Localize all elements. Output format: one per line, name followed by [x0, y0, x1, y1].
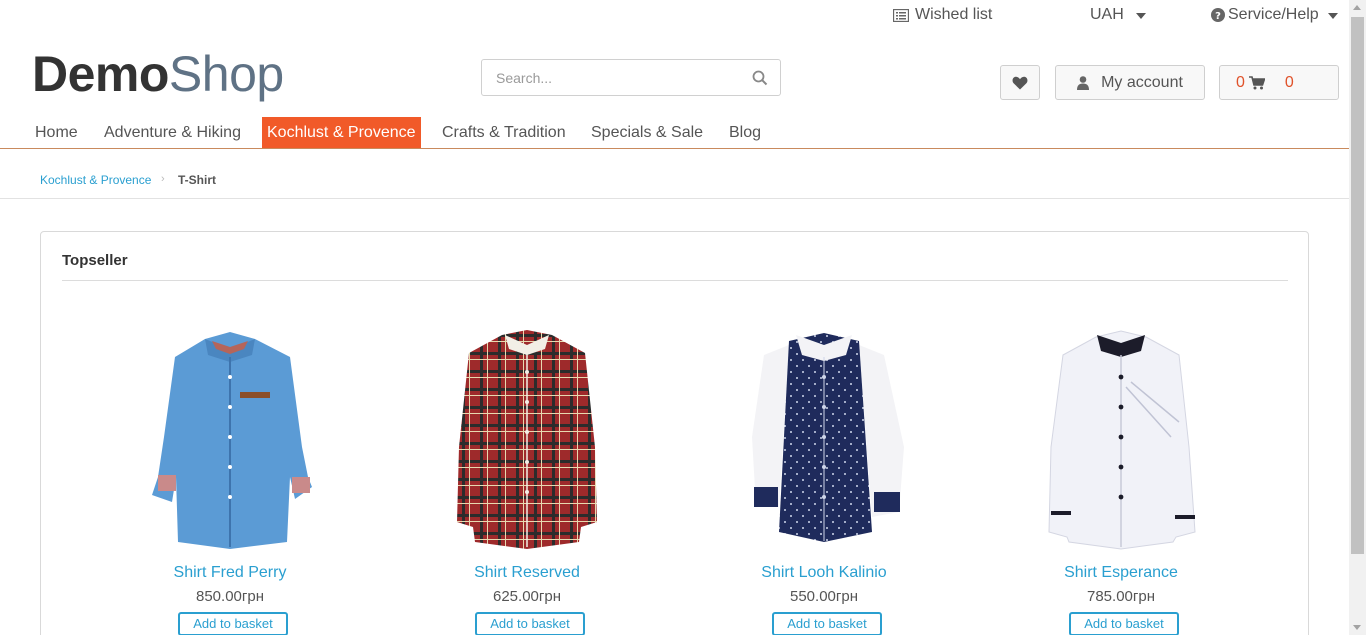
product-image[interactable]: [437, 327, 617, 552]
product-price: 850.00грн: [196, 588, 264, 605]
wished-list-label: Wished list: [915, 6, 993, 23]
scroll-up-icon[interactable]: [1353, 5, 1361, 10]
nav-item-crafts-tradition[interactable]: Crafts & Tradition: [437, 117, 571, 148]
product-card: Shirt Looh Kalinio 550.00грн Add to bask…: [694, 327, 954, 635]
search-box: [481, 59, 781, 96]
breadcrumb-separator-icon: ›: [161, 173, 165, 185]
topseller-title: Topseller: [62, 252, 128, 269]
nav-item-adventure-hiking[interactable]: Adventure & Hiking: [99, 117, 246, 148]
topseller-panel: Topseller Shirt Fred Perry 850.00грн Add…: [40, 231, 1309, 635]
breadcrumb-current: T-Shirt: [178, 173, 216, 187]
product-price: 550.00грн: [790, 588, 858, 605]
nav-item-blog[interactable]: Blog: [724, 117, 766, 148]
search-input[interactable]: [482, 60, 732, 95]
product-name[interactable]: Shirt Fred Perry: [100, 564, 360, 582]
product-name[interactable]: Shirt Esperance: [991, 564, 1251, 582]
caret-down-icon: [1135, 13, 1146, 19]
search-icon[interactable]: [752, 70, 768, 86]
product-name[interactable]: Shirt Reserved: [397, 564, 657, 582]
product-name[interactable]: Shirt Looh Kalinio: [694, 564, 954, 582]
cart-count: 0: [1236, 73, 1245, 91]
logo-part2: Shop: [168, 46, 284, 102]
nav-item-specials-sale[interactable]: Specials & Sale: [586, 117, 708, 148]
my-account-button[interactable]: My account: [1055, 65, 1205, 100]
cart-button[interactable]: 0 0: [1219, 65, 1339, 100]
service-help-dropdown[interactable]: ? Service/Help: [1211, 6, 1338, 24]
breadcrumb-parent-link[interactable]: Kochlust & Provence: [40, 173, 151, 187]
user-icon: [1077, 75, 1090, 90]
wishlist-button[interactable]: [1000, 65, 1040, 100]
add-to-basket-button[interactable]: Add to basket: [475, 612, 585, 635]
heart-icon: [1012, 76, 1028, 89]
add-to-basket-button[interactable]: Add to basket: [772, 612, 882, 635]
nav-item-kochlust-provence[interactable]: Kochlust & Provence: [262, 117, 421, 148]
add-to-basket-button[interactable]: Add to basket: [178, 612, 288, 635]
caret-down-icon: [1327, 13, 1338, 19]
product-price: 625.00грн: [493, 588, 561, 605]
main-nav: Home Adventure & Hiking Kochlust & Prove…: [0, 117, 1349, 149]
service-help-label: Service/Help: [1228, 6, 1319, 23]
wished-list-link[interactable]: Wished list: [893, 6, 992, 24]
my-account-label: My account: [1101, 73, 1183, 91]
cart-icon: [1248, 75, 1265, 89]
product-card: Shirt Esperance 785.00грн Add to basket: [991, 327, 1251, 635]
product-image[interactable]: [140, 327, 320, 552]
list-icon: [893, 8, 909, 22]
logo-part1: Demo: [32, 46, 169, 102]
cart-total: 0: [1284, 73, 1294, 91]
scroll-down-icon[interactable]: [1353, 625, 1361, 630]
currency-label: UAH: [1090, 6, 1124, 23]
top-bar: Wished list UAH ? Service/Help: [0, 0, 1349, 32]
product-price: 785.00грн: [1087, 588, 1155, 605]
product-image[interactable]: [734, 327, 914, 552]
page-scrollbar[interactable]: [1349, 0, 1366, 635]
topseller-divider: [62, 280, 1288, 281]
currency-dropdown[interactable]: UAH: [1090, 6, 1146, 24]
breadcrumb: Kochlust & Provence › T-Shirt: [0, 150, 1349, 199]
page: Wished list UAH ? Service/Help DemoShop …: [0, 0, 1349, 635]
add-to-basket-button[interactable]: Add to basket: [1069, 612, 1179, 635]
shop-logo[interactable]: DemoShop: [32, 44, 284, 104]
product-image[interactable]: [1031, 327, 1211, 552]
scrollbar-thumb[interactable]: [1351, 17, 1364, 554]
nav-item-home[interactable]: Home: [30, 117, 83, 148]
svg-text:?: ?: [1215, 11, 1221, 22]
product-card: Shirt Fred Perry 850.00грн Add to basket: [100, 327, 360, 635]
product-card: Shirt Reserved 625.00грн Add to basket: [397, 327, 657, 635]
question-circle-icon: ?: [1211, 8, 1225, 22]
